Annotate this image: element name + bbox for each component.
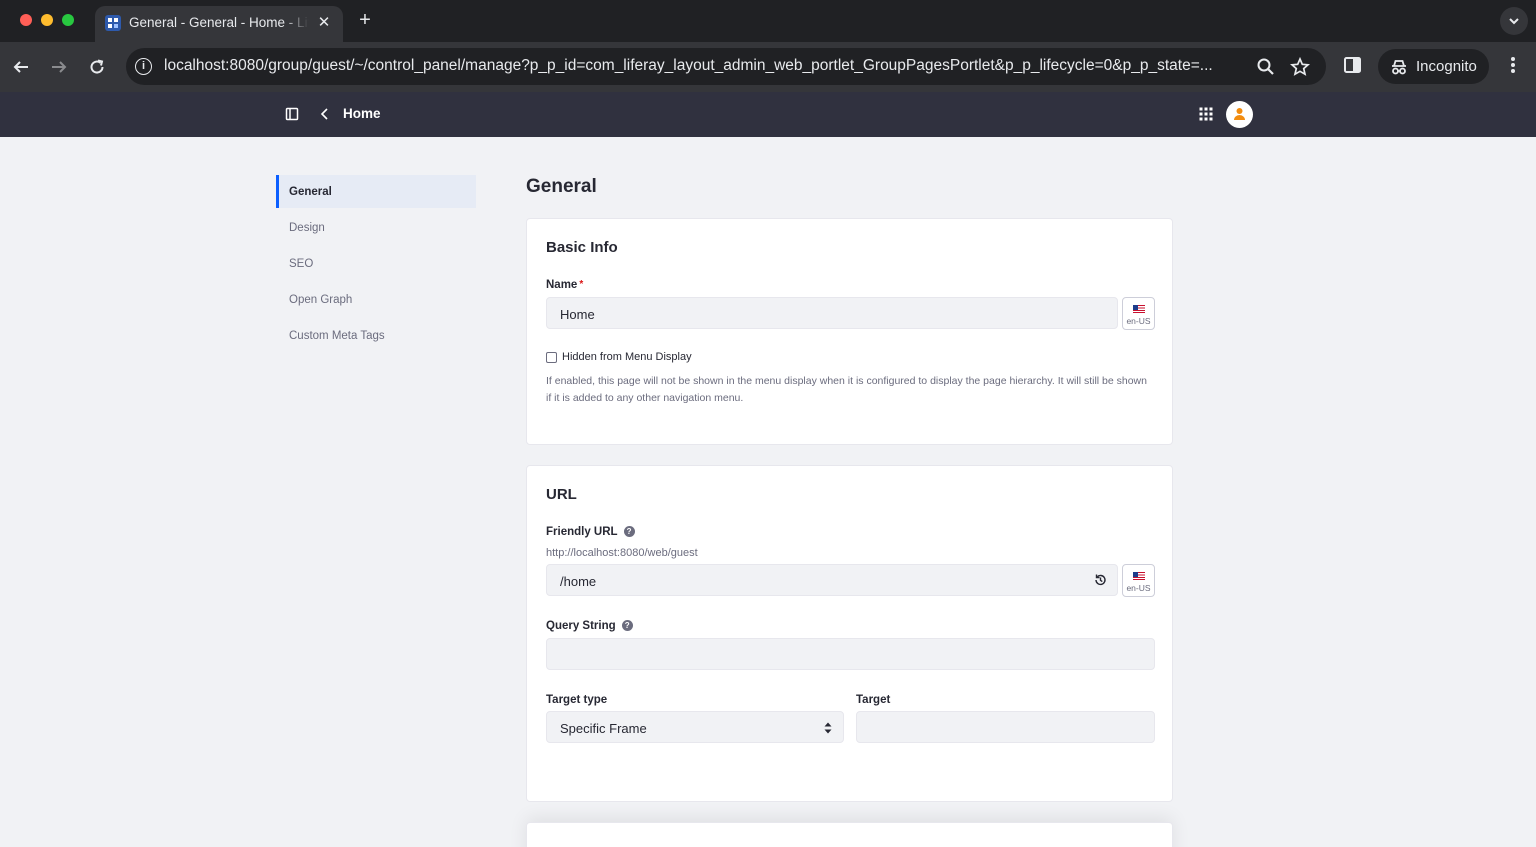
chevron-down-icon	[1509, 18, 1519, 25]
friendly-url-value: /home	[560, 574, 597, 589]
nav-item-design[interactable]: Design	[276, 211, 476, 247]
target-type-select[interactable]: Specific Frame	[546, 711, 844, 743]
page-title: Home	[343, 106, 381, 121]
browser-menu-button[interactable]	[1503, 54, 1523, 76]
url-panel: URL Friendly URL? http://localhost:8080/…	[526, 465, 1173, 802]
chevron-left-icon	[320, 108, 328, 120]
help-icon[interactable]: ?	[621, 620, 633, 631]
name-label-text: Name	[546, 279, 578, 291]
window-minimize-button[interactable]	[41, 14, 53, 26]
basic-info-title: Basic Info	[546, 239, 618, 256]
next-panel	[526, 822, 1173, 847]
forward-button[interactable]	[46, 54, 72, 80]
name-input[interactable]: Home	[546, 297, 1118, 329]
friendly-url-label-text: Friendly URL	[546, 526, 618, 538]
side-panel-button[interactable]	[1342, 54, 1364, 76]
browser-tab[interactable]: General - General - Home - Liferay ✕	[95, 6, 343, 42]
section-heading: General	[526, 176, 597, 197]
hidden-from-menu-help: If enabled, this page will not be shown …	[546, 375, 1147, 404]
nav-item-custom-meta-tags[interactable]: Custom Meta Tags	[276, 319, 476, 355]
bookmark-star-icon[interactable]	[1289, 56, 1311, 77]
target-type-label: Target type	[546, 694, 608, 706]
more-vertical-icon	[1511, 57, 1515, 73]
section-navigation: General Design SEO Open Graph Custom Met…	[276, 175, 476, 355]
us-flag-icon	[1133, 305, 1145, 313]
applications-menu-icon[interactable]	[1198, 106, 1214, 122]
nav-item-label: Design	[289, 222, 325, 234]
tab-search-button[interactable]	[1500, 7, 1528, 35]
language-code: en-US	[1126, 316, 1151, 326]
reload-icon	[90, 59, 104, 74]
tab-title: General - General - Home - Liferay	[129, 15, 309, 30]
app-header: Home	[0, 92, 1536, 137]
query-string-input[interactable]	[546, 638, 1155, 670]
friendly-url-label: Friendly URL?	[546, 526, 635, 538]
user-avatar[interactable]	[1226, 101, 1253, 128]
url-title: URL	[546, 486, 577, 503]
target-label: Target	[856, 694, 891, 706]
language-code: en-US	[1126, 583, 1151, 593]
browser-toolbar: i localhost:8080/group/guest/~/control_p…	[0, 42, 1536, 92]
nav-item-label: Open Graph	[289, 294, 353, 306]
header-back-button[interactable]	[317, 105, 333, 123]
browser-tab-bar: General - General - Home - Liferay ✕ +	[0, 0, 1536, 42]
query-string-label: Query String?	[546, 620, 633, 632]
side-panel-icon	[1344, 57, 1361, 73]
nav-item-open-graph[interactable]: Open Graph	[276, 283, 476, 319]
new-tab-button[interactable]: +	[354, 9, 376, 31]
friendly-url-prefix: http://localhost:8080/web/guest	[546, 547, 698, 559]
nav-item-label: Custom Meta Tags	[289, 330, 385, 342]
window-maximize-button[interactable]	[62, 14, 74, 26]
help-icon[interactable]: ?	[623, 526, 635, 537]
liferay-favicon-icon	[105, 15, 121, 31]
friendly-url-language-selector[interactable]: en-US	[1122, 564, 1155, 597]
product-menu-toggle[interactable]	[284, 106, 300, 122]
sidebar-toggle-icon	[285, 107, 299, 121]
incognito-label: Incognito	[1416, 58, 1477, 75]
required-mark: *	[579, 279, 584, 290]
arrow-left-icon	[13, 61, 28, 73]
target-type-value: Specific Frame	[560, 721, 647, 736]
reload-button[interactable]	[84, 54, 110, 80]
address-bar[interactable]: i localhost:8080/group/guest/~/control_p…	[126, 48, 1326, 85]
user-icon	[1234, 108, 1245, 120]
site-info-icon[interactable]: i	[135, 58, 152, 75]
hidden-from-menu-label[interactable]: Hidden from Menu Display	[562, 351, 692, 363]
address-bar-url[interactable]: localhost:8080/group/guest/~/control_pan…	[164, 57, 1254, 75]
hidden-from-menu-checkbox[interactable]	[546, 352, 557, 363]
us-flag-icon	[1133, 572, 1145, 580]
zoom-icon[interactable]	[1256, 57, 1276, 77]
name-label: Name *	[546, 279, 583, 291]
window-close-button[interactable]	[20, 14, 32, 26]
friendly-url-input[interactable]: /home	[546, 564, 1118, 596]
restore-history-icon[interactable]	[1093, 573, 1107, 587]
query-string-label-text: Query String	[546, 620, 616, 632]
name-language-selector[interactable]: en-US	[1122, 297, 1155, 330]
basic-info-panel: Basic Info Name * Home en-US Hidden from …	[526, 218, 1173, 445]
nav-item-label: General	[289, 186, 332, 198]
nav-item-label: SEO	[289, 258, 314, 270]
nav-item-general[interactable]: General	[276, 175, 476, 208]
nav-item-seo[interactable]: SEO	[276, 247, 476, 283]
arrow-right-icon	[52, 61, 67, 73]
select-arrows-icon	[824, 722, 832, 734]
target-input[interactable]	[856, 711, 1155, 743]
back-button[interactable]	[8, 54, 34, 80]
incognito-indicator[interactable]: Incognito	[1378, 49, 1489, 84]
incognito-icon	[1392, 60, 1406, 75]
tab-close-icon[interactable]: ✕	[315, 14, 333, 32]
